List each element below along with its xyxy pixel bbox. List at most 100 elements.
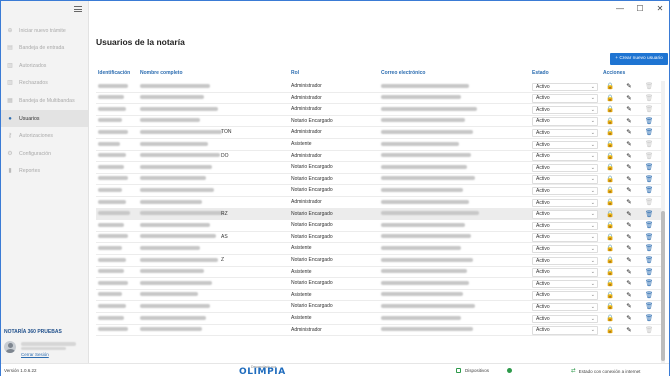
table-row[interactable]: Administrador Activo ⌄ 🔒 ✎ 🗑 [96,197,661,209]
sidebar-item-4[interactable]: ▦ Bandeja de Multibandas [1,92,88,109]
delete-icon[interactable]: 🗑 [645,175,653,184]
table-row[interactable]: Asistente Activo ⌄ 🔒 ✎ 🗑 [96,139,661,151]
column-header-name[interactable]: Nombre completo [140,70,183,76]
edit-icon[interactable]: ✎ [625,105,633,114]
status-select[interactable]: Activo ⌄ [532,82,598,91]
table-row[interactable]: AS Notario Encargado Activo ⌄ 🔒 ✎ 🗑 [96,232,661,244]
status-select[interactable]: Activo ⌄ [532,268,598,277]
status-select[interactable]: Activo ⌄ [532,314,598,323]
lock-icon[interactable]: 🔒 [606,175,614,184]
column-header-status[interactable]: Estado [532,70,549,76]
status-select[interactable]: Activo ⌄ [532,128,598,138]
status-select[interactable]: Activo ⌄ [532,186,598,196]
edit-icon[interactable]: ✎ [625,268,633,277]
status-select[interactable]: Activo ⌄ [532,291,598,300]
table-row[interactable]: Administrador Activo ⌄ 🔒 ✎ 🗑 [96,325,661,337]
delete-icon[interactable]: 🗑 [645,128,653,137]
lock-icon[interactable]: 🔒 [606,128,614,137]
edit-icon[interactable]: ✎ [625,210,633,219]
table-row[interactable]: Notario Encargado Activo ⌄ 🔒 ✎ 🗑 [96,116,661,128]
lock-icon[interactable]: 🔒 [606,326,614,335]
delete-icon[interactable]: 🗑 [645,244,653,253]
table-row[interactable]: Notario Encargado Activo ⌄ 🔒 ✎ 🗑 [96,185,661,197]
status-select[interactable]: Activo ⌄ [532,233,598,242]
lock-icon[interactable]: 🔒 [606,302,614,311]
status-select[interactable]: Activo ⌄ [532,94,598,103]
table-row[interactable]: Administrador Activo ⌄ 🔒 ✎ 🗑 [96,93,661,105]
table-row[interactable]: Administrador Activo ⌄ 🔒 ✎ 🗑 [96,104,661,116]
status-select[interactable]: Activo ⌄ [532,152,598,161]
status-select[interactable]: Activo ⌄ [532,175,598,184]
delete-icon[interactable]: 🗑 [645,233,653,242]
edit-icon[interactable]: ✎ [625,186,633,195]
table-row[interactable]: Notario Encargado Activo ⌄ 🔒 ✎ 🗑 [96,220,661,232]
edit-icon[interactable]: ✎ [625,152,633,161]
table-row[interactable]: Asistente Activo ⌄ 🔒 ✎ 🗑 [96,267,661,279]
sidebar-item-1[interactable]: ▤ Bandeja de entrada [1,40,88,57]
status-select[interactable]: Activo ⌄ [532,256,598,265]
edit-icon[interactable]: ✎ [625,128,633,137]
status-select[interactable]: Activo ⌄ [532,326,598,335]
table-row[interactable]: Asistente Activo ⌄ 🔒 ✎ 🗑 [96,243,661,255]
lock-icon[interactable]: 🔒 [606,198,614,207]
close-session-link[interactable]: Cerrar Sesión [21,352,49,357]
table-row[interactable]: RZ Notario Encargado Activo ⌄ 🔒 ✎ 🗑 [96,208,661,221]
delete-icon[interactable]: 🗑 [645,256,653,265]
lock-icon[interactable]: 🔒 [606,82,614,91]
status-select[interactable]: Activo ⌄ [532,117,598,126]
table-row[interactable]: Notario Encargado Activo ⌄ 🔒 ✎ 🗑 [96,162,661,174]
sidebar-item-6[interactable]: ⚷ Autorizaciones [1,128,88,145]
lock-icon[interactable]: 🔒 [606,210,614,219]
status-select[interactable]: Activo ⌄ [532,105,598,115]
edit-icon[interactable]: ✎ [625,117,633,126]
edit-icon[interactable]: ✎ [625,256,633,265]
status-select[interactable]: Activo ⌄ [532,163,598,173]
table-row[interactable]: TON Administrador Activo ⌄ 🔒 ✎ 🗑 [96,127,661,139]
delete-icon[interactable]: 🗑 [645,117,653,126]
sidebar-item-7[interactable]: ⚙ Configuración [1,145,88,162]
status-select[interactable]: Activo ⌄ [532,279,598,289]
column-header-id[interactable]: Identificación [98,70,130,76]
edit-icon[interactable]: ✎ [625,302,633,311]
status-select[interactable]: Activo ⌄ [532,210,598,219]
hamburger-menu-icon[interactable] [74,6,82,12]
edit-icon[interactable]: ✎ [625,314,633,323]
delete-icon[interactable]: 🗑 [645,221,653,230]
lock-icon[interactable]: 🔒 [606,291,614,300]
delete-icon[interactable]: 🗑 [645,210,653,219]
sidebar-item-5[interactable]: ● Usuarios [1,110,88,127]
close-window-button[interactable]: ✕ [653,3,667,15]
minimize-button[interactable]: — [613,3,627,15]
lock-icon[interactable]: 🔒 [606,279,614,288]
lock-icon[interactable]: 🔒 [606,163,614,172]
lock-icon[interactable]: 🔒 [606,117,614,126]
status-select[interactable]: Activo ⌄ [532,140,598,149]
sidebar-item-8[interactable]: ▮ Reportes [1,163,88,180]
edit-icon[interactable]: ✎ [625,221,633,230]
table-row[interactable]: Administrador Activo ⌄ 🔒 ✎ 🗑 [96,81,661,93]
sidebar-item-3[interactable]: ▥ Rechazados [1,75,88,92]
edit-icon[interactable]: ✎ [625,82,633,91]
table-row[interactable]: DO Administrador Activo ⌄ 🔒 ✎ 🗑 [96,151,661,163]
lock-icon[interactable]: 🔒 [606,244,614,253]
scrollbar-thumb[interactable] [661,211,665,361]
table-row[interactable]: Notario Encargado Activo ⌄ 🔒 ✎ 🗑 [96,278,661,290]
edit-icon[interactable]: ✎ [625,175,633,184]
lock-icon[interactable]: 🔒 [606,94,614,103]
table-row[interactable]: Asistente Activo ⌄ 🔒 ✎ 🗑 [96,290,661,302]
edit-icon[interactable]: ✎ [625,291,633,300]
sidebar-item-0[interactable]: ⊕ Iniciar nuevo trámite [1,22,88,39]
delete-icon[interactable]: 🗑 [645,279,653,288]
status-select[interactable]: Activo ⌄ [532,244,598,254]
table-scrollbar[interactable] [661,81,665,363]
delete-icon[interactable]: 🗑 [645,186,653,195]
lock-icon[interactable]: 🔒 [606,221,614,230]
lock-icon[interactable]: 🔒 [606,186,614,195]
edit-icon[interactable]: ✎ [625,163,633,172]
column-header-email[interactable]: Correo electrónico [381,70,425,76]
lock-icon[interactable]: 🔒 [606,152,614,161]
lock-icon[interactable]: 🔒 [606,256,614,265]
status-select[interactable]: Activo ⌄ [532,302,598,312]
edit-icon[interactable]: ✎ [625,279,633,288]
edit-icon[interactable]: ✎ [625,140,633,149]
